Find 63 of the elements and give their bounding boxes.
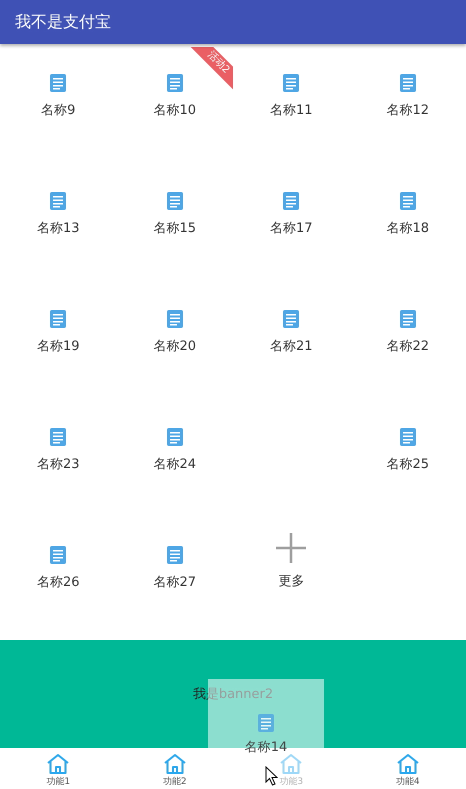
item-label: 名称9 — [41, 102, 76, 120]
item-label: 名称19 — [36, 338, 80, 356]
tab[interactable]: 功能2 — [116, 748, 233, 789]
document-icon — [400, 310, 416, 328]
item-label: 名称23 — [36, 456, 80, 474]
item-label: 名称21 — [270, 338, 313, 356]
app-title: 我不是支付宝 — [15, 10, 111, 33]
tab[interactable]: 功能1 — [0, 748, 116, 789]
document-icon — [166, 192, 183, 210]
grid-item[interactable]: 名称12 — [350, 46, 466, 165]
document-icon — [400, 192, 416, 210]
grid-item[interactable]: 名称20 — [116, 282, 233, 401]
grid-item[interactable]: 名称21 — [233, 282, 350, 401]
item-label: 名称20 — [153, 338, 196, 356]
more-item[interactable]: 更多 — [233, 518, 350, 637]
home-icon — [279, 752, 304, 774]
document-icon — [166, 310, 183, 328]
grid-item[interactable]: 名称19 — [0, 282, 116, 401]
grid-item[interactable]: 名称24 — [116, 400, 233, 519]
item-label: 名称18 — [386, 220, 430, 238]
grid-item[interactable]: 名称25 — [350, 400, 466, 519]
item-label: 名称27 — [153, 574, 196, 592]
grid-item[interactable]: 名称23 — [0, 400, 116, 519]
document-icon — [166, 428, 183, 446]
document-icon — [50, 546, 66, 564]
grid-item[interactable]: 名称11 — [233, 46, 350, 165]
document-icon — [400, 74, 416, 92]
item-label: 名称17 — [270, 220, 313, 238]
home-icon — [162, 752, 187, 774]
item-label: 名称25 — [386, 456, 430, 474]
document-icon — [50, 428, 66, 446]
tab[interactable]: 功能4 — [350, 748, 466, 789]
document-icon — [400, 428, 416, 446]
cursor-icon — [265, 766, 278, 786]
document-icon — [283, 310, 300, 328]
grid-item[interactable]: 名称22 — [350, 282, 466, 401]
grid-item[interactable]: 名称15 — [116, 164, 233, 283]
item-label: 名称12 — [386, 102, 430, 120]
document-icon — [258, 714, 274, 732]
item-label: 名称13 — [36, 220, 80, 238]
grid-item[interactable]: 名称9 — [0, 46, 116, 165]
document-icon — [283, 74, 300, 92]
item-label: 名称11 — [270, 102, 313, 120]
document-icon — [50, 74, 66, 92]
item-label: 名称15 — [153, 220, 196, 238]
grid-item[interactable]: 名称13 — [0, 164, 116, 283]
plus-icon — [275, 532, 308, 564]
grid-item[interactable]: 名称18 — [350, 164, 466, 283]
document-icon — [50, 310, 66, 328]
document-icon — [50, 192, 66, 210]
document-icon — [166, 74, 183, 92]
item-label: 名称24 — [153, 456, 196, 474]
grid-item[interactable]: 名称26 — [0, 518, 116, 637]
item-label: 名称22 — [386, 338, 430, 356]
item-label: 名称10 — [153, 102, 196, 120]
document-icon — [166, 546, 183, 564]
home-icon — [396, 752, 420, 774]
grid-item[interactable]: 名称10 活动2 — [116, 46, 233, 165]
grid-item[interactable]: 名称27 — [116, 518, 233, 637]
home-icon — [46, 752, 70, 774]
grid-item[interactable]: 名称17 — [233, 164, 350, 283]
document-icon — [283, 192, 300, 210]
item-label: 名称26 — [36, 574, 80, 592]
